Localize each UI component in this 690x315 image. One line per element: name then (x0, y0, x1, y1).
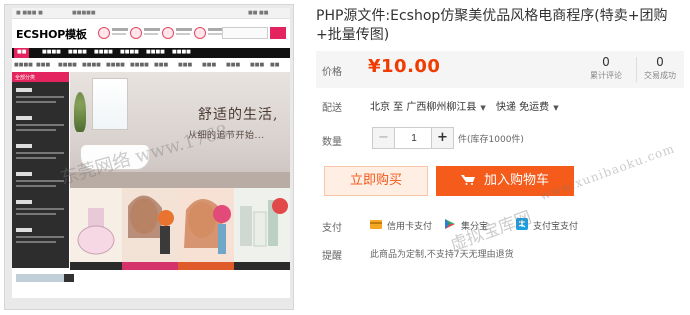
stat-transactions: 0 交易成功 (636, 54, 684, 82)
template-feature-badges (98, 24, 224, 44)
shipping-label: 配送 (322, 103, 342, 114)
price-value: ¥10.00 (368, 56, 441, 77)
alipay-icon (516, 218, 528, 230)
quantity-label: 数量 (322, 137, 342, 148)
template-footer (12, 298, 290, 308)
add-to-cart-button[interactable]: 加入购物车 (436, 166, 574, 196)
transaction-count-label: 交易成功 (644, 71, 676, 80)
template-product-banners (70, 188, 290, 270)
template-nav-bar: ■■ ■■■■ ■■■■ ■■■■ ■■■■ ■■■■ ■■■■ (12, 48, 290, 58)
shipping-location-select[interactable]: 北京 至 广西柳州柳江县 ▼ (370, 98, 486, 113)
stock-info: 件(库存1000件) (458, 135, 524, 145)
jifenbao-text: 集分宝 (461, 222, 489, 232)
credit-card-text: 信用卡支付 (387, 222, 433, 232)
transaction-count: 0 (656, 55, 664, 69)
template-slogan-line2: 从细的追节开始... (188, 131, 265, 141)
price-box: 价格 ¥10.00 0 累计评论 0 交易成功 (316, 51, 684, 88)
product-info-panel: PHP源文件:Ecshop仿聚美优品风格电商程序(特卖+团购+批量传图) 价格 … (316, 0, 690, 315)
price-label: 价格 (322, 67, 342, 78)
quantity-stepper: − + (372, 127, 454, 149)
tips-label: 提醒 (322, 251, 342, 262)
quantity-input[interactable] (396, 128, 432, 148)
product-thumbnail[interactable]: ■ ■■■ ■ ■■■■■ ■■ ■■ ECSHOP模板 ■■ ■■■■ ■■■… (4, 4, 294, 310)
buy-now-button[interactable]: 立即购买 (324, 166, 428, 196)
alipay-text: 支付宝支付 (533, 222, 579, 232)
stat-comments: 0 累计评论 (582, 54, 630, 82)
comment-count-label: 累计评论 (590, 71, 622, 80)
jifenbao-icon (445, 219, 455, 229)
template-hero-banner: 舒适的生活, 从细的追节开始... (70, 72, 290, 188)
product-title: PHP源文件:Ecshop仿聚美优品风格电商程序(特卖+团购+批量传图) (316, 8, 668, 43)
template-slogan-line1: 舒适的生活, (198, 107, 279, 123)
credit-card-icon (370, 220, 382, 229)
add-to-cart-label: 加入购物车 (483, 173, 549, 188)
cart-icon (460, 175, 475, 185)
comment-count: 0 (602, 55, 610, 69)
template-topbar: ■ ■■■ ■ ■■■■■ ■■ ■■ (12, 8, 290, 19)
shipping-method-select[interactable]: 快递 免运费 ▼ (496, 98, 559, 113)
quantity-decrease-button[interactable]: − (373, 128, 395, 148)
template-cart-button (270, 27, 286, 39)
template-sub-nav: ■■■■ ■■■ ■■■■ ■■■■ ■■■■ ■■■■ ■■■ ■■■ ■■■ ■■■ ■■… (14, 62, 280, 68)
shipping-location-text: 北京 至 广西柳州柳江县 (370, 102, 477, 113)
quantity-increase-button[interactable]: + (431, 128, 453, 148)
thumbnail-template-preview: ■ ■■■ ■ ■■■■■ ■■ ■■ ECSHOP模板 ■■ ■■■■ ■■■… (12, 8, 290, 308)
template-category-sidebar: 全部分类 (12, 72, 69, 268)
template-search-box (222, 27, 268, 39)
tips-text: 此商品为定制,不支持7天无理由退货 (370, 250, 514, 260)
shipping-method-text: 快递 免运费 (496, 102, 550, 113)
template-logo: ECSHOP模板 (16, 28, 87, 41)
chevron-down-icon: ▼ (553, 104, 559, 112)
payment-label: 支付 (322, 223, 342, 234)
template-sidebar-header: 全部分类 (12, 72, 69, 82)
chevron-down-icon: ▼ (480, 104, 486, 112)
page-root: ■ ■■■ ■ ■■■■■ ■■ ■■ ECSHOP模板 ■■ ■■■■ ■■■… (0, 0, 690, 315)
